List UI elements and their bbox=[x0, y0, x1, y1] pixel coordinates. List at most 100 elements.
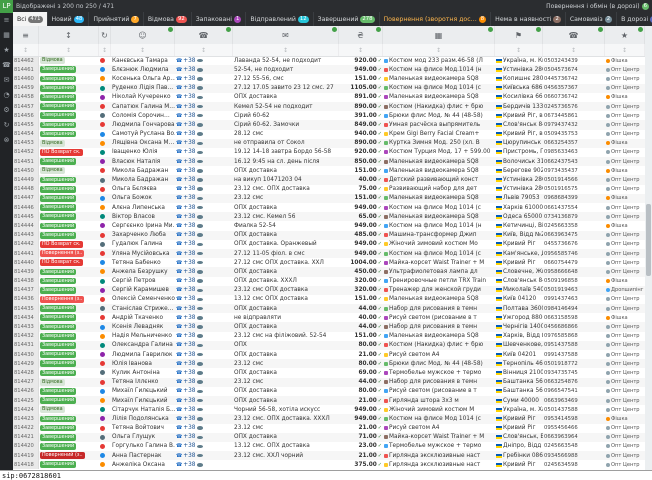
product-cell[interactable]: Брюки флис Мод. № 44 (48-58) bbox=[383, 359, 495, 368]
product-cell[interactable]: Набор для рисования в темн bbox=[383, 378, 495, 387]
product-cell[interactable]: Куртка Зимня Мод. 250 (хл. В bbox=[383, 139, 495, 148]
masked-phone-cell[interactable]: ☎+38 bbox=[175, 387, 233, 396]
table-row[interactable]: 814457 Завершений Сапатюк Галина М… ☎+38… bbox=[13, 102, 645, 111]
client-name[interactable]: Сергій Петров bbox=[111, 277, 175, 286]
order-comment[interactable]: ОПХ доставка bbox=[233, 387, 339, 396]
order-comment[interactable]: Сірий 60-62. Замочки bbox=[233, 120, 339, 129]
comment-sort-control[interactable]: ↕ bbox=[233, 44, 339, 56]
client-name[interactable]: Станіслав Стриже… bbox=[111, 304, 175, 313]
product-cell[interactable]: Костюм на флисе Мод.1014 (н bbox=[383, 65, 495, 74]
status-tab[interactable]: Відмова92 bbox=[144, 12, 192, 26]
order-comment[interactable]: ОПХ доставка bbox=[233, 304, 339, 313]
client-phone[interactable]: 0501919463 bbox=[543, 286, 605, 295]
eye-icon[interactable] bbox=[197, 252, 203, 256]
client-phone[interactable]: 0504573674 bbox=[543, 65, 605, 74]
order-comment[interactable]: 13.12 смс ОПХ доставка bbox=[233, 295, 339, 304]
eye-icon[interactable] bbox=[197, 178, 203, 182]
status-cell[interactable]: Завершений bbox=[39, 313, 99, 322]
status-cell[interactable]: ПО Возврат ск. bbox=[39, 240, 99, 249]
product-cell[interactable]: Маленькая видеокамера SQ8 bbox=[383, 332, 495, 341]
table-row[interactable]: 814453 Відмова Лящівна Оксана М… ☎+38 не… bbox=[13, 139, 645, 148]
status-tab[interactable]: Завершений278 bbox=[314, 12, 380, 26]
status-cell[interactable]: Завершений bbox=[39, 424, 99, 433]
client-phone[interactable]: 0456357367 bbox=[543, 84, 605, 93]
status-cell[interactable]: Завершений bbox=[39, 304, 99, 313]
secondary-tab[interactable]: Повернення і обмін (в дорозі)6 bbox=[546, 3, 649, 10]
table-row[interactable]: 814419 Повернений (з.. Анна Пастернак ☎+… bbox=[13, 451, 645, 460]
status-cell[interactable]: Завершений bbox=[39, 286, 99, 295]
source-column-icon[interactable]: ★ bbox=[605, 26, 645, 44]
product-cell[interactable]: Рисуй светом (рисование в т bbox=[383, 313, 495, 322]
client-phone[interactable]: 0663254876 bbox=[543, 378, 605, 387]
eye-icon[interactable] bbox=[197, 307, 203, 311]
masked-phone-cell[interactable]: ☎+38 bbox=[175, 102, 233, 111]
eye-icon[interactable] bbox=[197, 408, 203, 412]
client-name[interactable]: Тетяна Войтович bbox=[111, 424, 175, 433]
client-phone[interactable]: 0663158598 bbox=[543, 313, 605, 322]
order-comment[interactable]: 23.12 смс bbox=[233, 424, 339, 433]
masked-phone-cell[interactable]: ☎+38 bbox=[175, 84, 233, 93]
status-cell[interactable]: Завершений bbox=[39, 414, 99, 423]
client-name[interactable]: Власюк Наталія bbox=[111, 157, 175, 166]
product-cell[interactable]: Костюм на флисе Мод 1014 (с bbox=[383, 414, 495, 423]
eye-icon[interactable] bbox=[197, 142, 203, 146]
table-row[interactable]: 814447 Завершений Ольга Божок ☎+38 23.12… bbox=[13, 194, 645, 203]
eye-icon[interactable] bbox=[197, 362, 203, 366]
order-id-sort-control[interactable]: ↕ bbox=[13, 44, 39, 56]
eye-icon[interactable] bbox=[197, 151, 203, 155]
masked-phone-cell[interactable]: ☎+38 bbox=[175, 130, 233, 139]
source-sort-control[interactable]: ↕ bbox=[605, 44, 645, 56]
client-phone[interactable]: 0245634598 bbox=[543, 460, 605, 469]
table-row[interactable]: 814431 Завершений Олександра Галина В… ☎… bbox=[13, 341, 645, 350]
status-cell[interactable]: Завершений bbox=[39, 93, 99, 102]
status-cell[interactable]: Завершений bbox=[39, 460, 99, 469]
order-comment[interactable]: 27.12 17.05 завито 23 12 смс. 27 bbox=[233, 84, 339, 93]
client-name[interactable]: Михаїл Гилєцький bbox=[111, 396, 175, 405]
masked-phone-cell[interactable]: ☎+38 bbox=[175, 212, 233, 221]
client-phone[interactable]: 0501437588 bbox=[543, 405, 605, 414]
client-phone[interactable]: 0503243439 bbox=[543, 56, 605, 65]
eye-icon[interactable] bbox=[197, 289, 203, 293]
status-cell[interactable]: Завершений bbox=[39, 74, 99, 83]
status-cell[interactable]: ПО Возврат ск. bbox=[39, 148, 99, 157]
order-comment[interactable]: 23.12 смс bbox=[233, 378, 339, 387]
masked-phone-cell[interactable]: ☎+38 bbox=[175, 221, 233, 230]
product-cell[interactable]: Костюм (Накидка) флис + брю bbox=[383, 341, 495, 350]
client-phone[interactable]: 0660754479 bbox=[543, 258, 605, 267]
product-cell[interactable]: Набор для рисования в темн bbox=[383, 304, 495, 313]
table-row[interactable]: 814430 Завершений Людмила Гаврилюк ☎+38 … bbox=[13, 350, 645, 359]
masked-phone-cell[interactable]: ☎+38 bbox=[175, 93, 233, 102]
order-comment[interactable]: ОПХ доставка bbox=[233, 322, 339, 331]
client-name[interactable]: Уляна Мусійовська bbox=[111, 249, 175, 258]
product-cell[interactable]: Машина-трансформер Джип bbox=[383, 231, 495, 240]
status-cell[interactable]: Завершений bbox=[39, 277, 99, 286]
masked-phone-cell[interactable]: ☎+38 bbox=[175, 304, 233, 313]
product-cell[interactable]: Тренировочные петли TRX Train bbox=[383, 277, 495, 286]
masked-phone-cell[interactable]: ☎+38 bbox=[175, 157, 233, 166]
client-phone[interactable]: 0663963469 bbox=[543, 396, 605, 405]
status-cell[interactable]: Завершений bbox=[39, 102, 99, 111]
table-row[interactable]: 814452 ПО Возврат ск. Іващенко Юлія ☎+38… bbox=[13, 148, 645, 157]
table-row[interactable]: 814418 Завершений Анжеліка Оксана ☎+38 3… bbox=[13, 460, 645, 469]
masked-phone-cell[interactable]: ☎+38 bbox=[175, 111, 233, 120]
status-cell[interactable]: Завершений bbox=[39, 221, 99, 230]
price-column-icon[interactable]: ₴ bbox=[339, 26, 383, 44]
client-name[interactable]: Захарченко Люба bbox=[111, 231, 175, 240]
client-phone[interactable]: 0951437588 bbox=[543, 341, 605, 350]
table-row[interactable]: 814459 Завершений Руденко Лідія Пав… ☎+3… bbox=[13, 84, 645, 93]
client-name[interactable]: Гудалюк Галина bbox=[111, 240, 175, 249]
table-row[interactable]: 814462 Відмова Канєвська Тамара ☎+38 Лав… bbox=[13, 56, 645, 65]
client-phone[interactable]: 0663254357 bbox=[543, 139, 605, 148]
client-column-icon[interactable]: ☺ bbox=[111, 26, 175, 44]
eye-icon[interactable] bbox=[197, 59, 203, 63]
order-comment[interactable]: 27.12 смс ОПХ доставка. ХХЛ bbox=[233, 258, 339, 267]
eye-icon[interactable] bbox=[197, 169, 203, 173]
status-cell[interactable]: Відмова bbox=[39, 405, 99, 414]
eye-icon[interactable] bbox=[197, 132, 203, 136]
masked-phone-cell[interactable]: ☎+38 bbox=[175, 433, 233, 442]
client-phone[interactable]: 0955456466 bbox=[543, 424, 605, 433]
status-cell[interactable]: Завершений bbox=[39, 359, 99, 368]
status-tab[interactable]: Нема в наявності2 bbox=[491, 12, 566, 26]
status-cell[interactable]: Повернений (з.. bbox=[39, 451, 99, 460]
client-name[interactable]: Ксенія Левадняк bbox=[111, 322, 175, 331]
